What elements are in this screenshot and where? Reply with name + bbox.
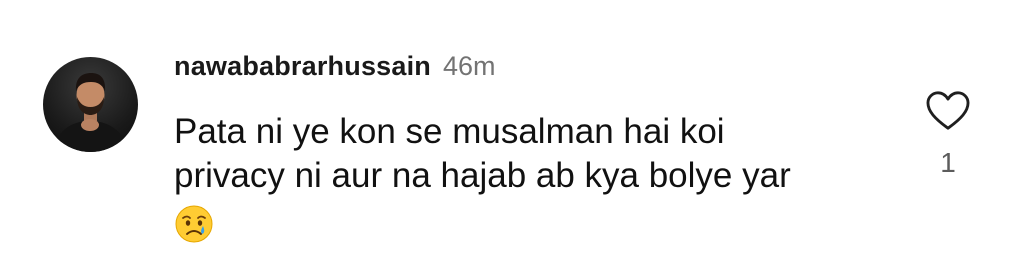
comment-body: Pata ni ye kon se musalman hai koi priva…	[174, 110, 894, 244]
comment-header: nawababrarhussain 46m	[174, 51, 496, 82]
like-count: 1	[940, 147, 956, 178]
crying-face-emoji-icon	[174, 204, 214, 244]
avatar-image	[53, 73, 129, 152]
like-button[interactable]	[925, 90, 971, 132]
username[interactable]: nawababrarhussain	[174, 51, 431, 82]
avatar[interactable]	[43, 57, 138, 152]
heart-outline-icon	[926, 91, 970, 130]
comment-text-line: privacy ni aur na hajab ab kya bolye yar	[174, 156, 791, 195]
comment-item: nawababrarhussain 46m Pata ni ye kon se …	[0, 0, 1024, 246]
comment-text-line: Pata ni ye kon se musalman hai koi	[174, 112, 725, 151]
timestamp: 46m	[443, 51, 496, 81]
